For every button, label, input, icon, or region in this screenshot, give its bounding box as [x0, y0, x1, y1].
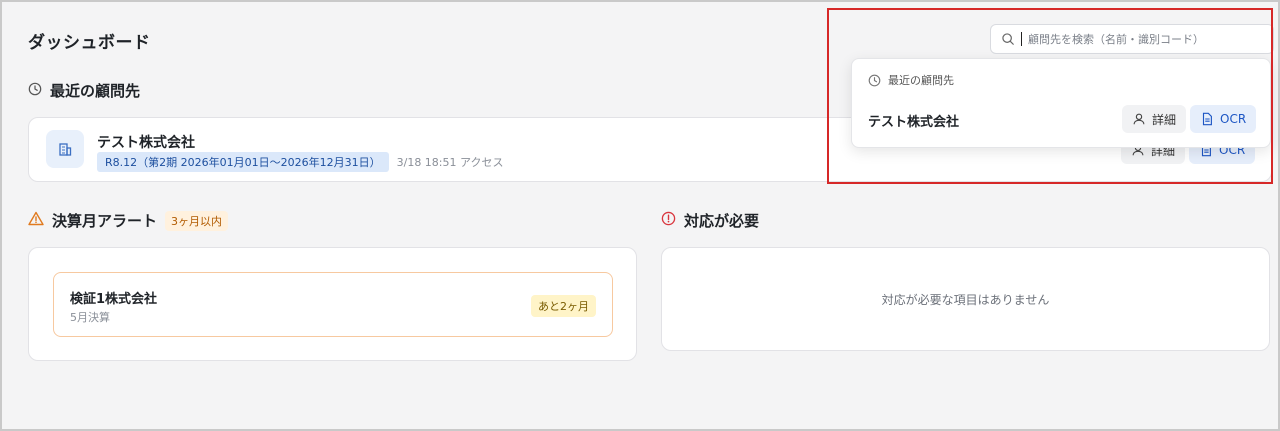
- action-heading-label: 対応が必要: [684, 212, 760, 230]
- highlight-box: [827, 8, 1273, 184]
- recent-clients-heading: 最近の顧問先: [28, 80, 140, 101]
- alert-item-name: 検証1株式会社: [70, 292, 158, 307]
- alert-card: 検証1株式会社 5月決算 あと2ヶ月: [28, 247, 637, 361]
- alert-item[interactable]: 検証1株式会社 5月決算 あと2ヶ月: [53, 272, 613, 337]
- recent-client-meta: R8.12（第2期 2026年01月01日〜2026年12月31日） 3/18 …: [97, 152, 503, 172]
- access-time: 3/18 18:51 アクセス: [396, 156, 504, 169]
- action-empty-text: 対応が必要な項目はありません: [881, 293, 1050, 307]
- remaining-badge: あと2ヶ月: [531, 295, 596, 317]
- recent-clients-heading-label: 最近の顧問先: [50, 82, 141, 100]
- warning-icon: [28, 211, 44, 230]
- alert-item-sub: 5月決算: [70, 311, 110, 324]
- alert-range-badge: 3ヶ月以内: [165, 210, 229, 231]
- alert-circle-icon: [661, 211, 676, 230]
- alert-heading: 決算月アラート 3ヶ月以内: [28, 210, 229, 231]
- page-title: ダッシュボード: [28, 33, 151, 53]
- action-heading: 対応が必要: [661, 210, 759, 231]
- building-icon: [46, 130, 84, 168]
- recent-client-name[interactable]: テスト株式会社: [97, 132, 195, 152]
- clock-icon: [28, 82, 42, 100]
- alert-heading-label: 決算月アラート: [52, 212, 158, 230]
- period-tag: R8.12（第2期 2026年01月01日〜2026年12月31日）: [97, 152, 389, 172]
- action-card: 対応が必要な項目はありません: [661, 247, 1270, 351]
